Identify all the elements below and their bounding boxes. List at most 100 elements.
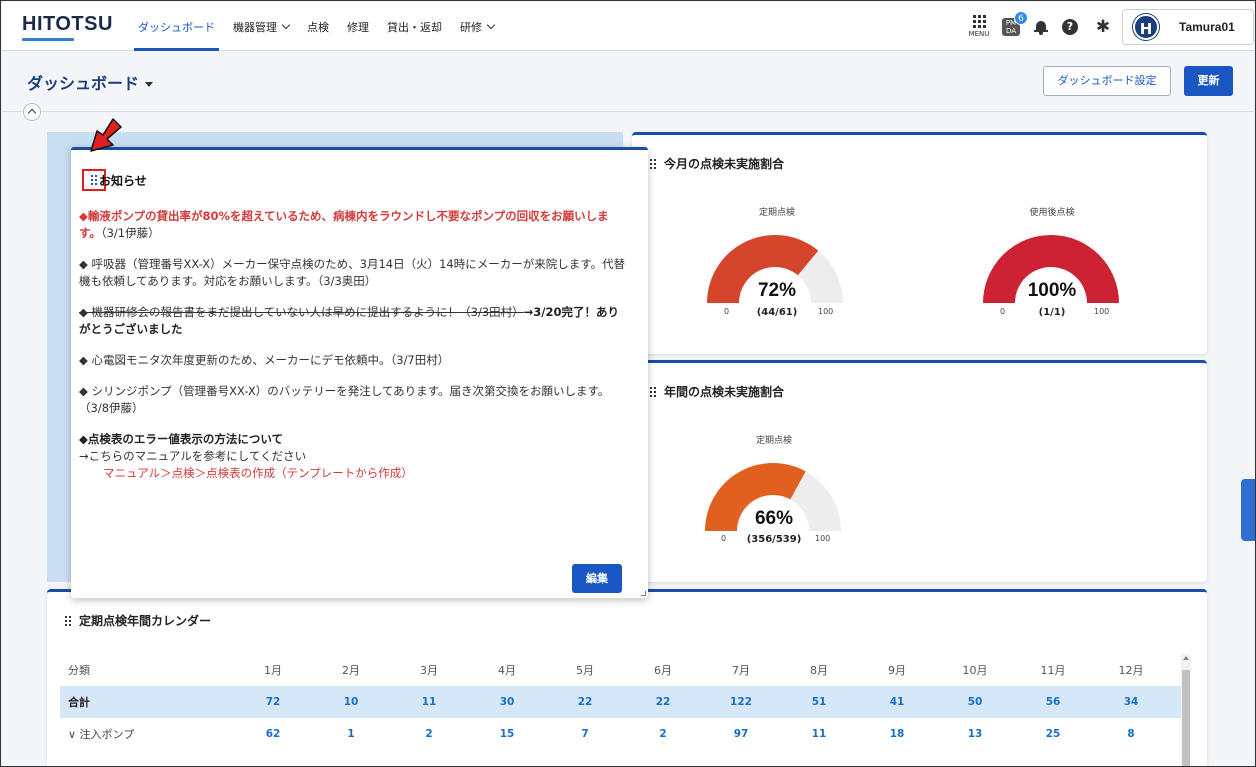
scroll-up-icon[interactable] [1183,656,1189,660]
bell-icon[interactable] [1034,19,1048,35]
month-count-link[interactable]: 2 [390,728,468,740]
nav-repair[interactable]: 修理 [347,2,369,51]
divider [2,111,1254,112]
gauge-count: (356/539) [746,534,802,545]
month-count-link[interactable]: 30 [468,696,546,708]
gauge-percent: 100% [1027,280,1077,301]
nav-equipment[interactable]: 機器管理 [233,2,291,51]
month-count-link[interactable]: 25 [1014,728,1092,740]
logo-underline [22,38,74,41]
month-count-link[interactable]: 41 [858,696,936,708]
table-header: 分類 1月 2月 3月 4月 5月 6月 7月 8月 9月 10月 11月 12月 [60,654,1182,686]
gauge-percent: 66% [754,508,794,529]
month-count-link[interactable]: 8 [1092,728,1170,740]
month-count-link[interactable]: 22 [624,696,702,708]
gauge-count: (44/61) [756,307,798,318]
gear-icon[interactable]: ✱ [1094,18,1112,36]
row-label[interactable]: ∨ 注入ポンプ [60,726,234,742]
drag-handle-icon[interactable] [650,386,656,397]
column-header-month: 12月 [1118,664,1144,677]
month-count-link[interactable]: 97 [702,728,780,740]
nav-dashboard[interactable]: ダッシュボード [134,2,219,51]
menu-button[interactable]: MENU [966,11,992,43]
app-window: HITOTSU ダッシュボード 機器管理 点検 修理 貸出・返却 研修 MENU… [0,0,1256,767]
card-title: 今月の点検未実施割合 [650,155,784,172]
month-count-link[interactable]: 51 [780,696,858,708]
month-count-link[interactable]: 1 [312,728,390,740]
month-count-link[interactable]: 122 [702,696,780,708]
drag-handle-icon [91,175,97,185]
month-count-link[interactable]: 13 [936,728,1014,740]
nav-inspection[interactable]: 点検 [307,2,329,51]
month-count-link[interactable]: 2 [624,728,702,740]
gauge-max: 100 [818,307,834,316]
month-count-link[interactable]: 72 [234,696,312,708]
inspection-calendar-card: 定期点検年間カレンダー 分類 1月 2月 3月 4月 5月 6月 7月 8月 9月 10月 11月 12… [47,589,1207,766]
drag-handle-icon[interactable] [65,615,71,626]
month-count-link[interactable]: 50 [936,696,1014,708]
top-bar: HITOTSU ダッシュボード 機器管理 点検 修理 貸出・返却 研修 MENU… [2,2,1254,51]
column-header-month: 6月 [654,664,672,677]
month-count-link[interactable]: 22 [546,696,624,708]
avatar: H [1133,13,1159,40]
column-header-category: 分類 [68,664,90,677]
notice-item: ◆ シリンジポンプ（管理番号XX-X）のバッテリーを発注してあります。届き次第交… [79,384,610,415]
collapse-toggle[interactable] [23,103,41,121]
notice-item: ◆ 心電図モニタ次年度更新のため、メーカーにデモ依頼中。（3/7田村） [79,353,450,367]
gauge-min: 0 [1000,307,1006,316]
calendar-table: 分類 1月 2月 3月 4月 5月 6月 7月 8月 9月 10月 11月 12月 合計 72 10 11 30… [60,654,1182,750]
column-header-month: 8月 [810,664,828,677]
chevron-down-icon [281,20,291,29]
gauge-min: 0 [724,307,730,316]
notice-item: ◆ 機器研修会の報告書をまだ提出していない人は早めに提出するように！（3/3田村… [79,305,620,336]
month-count-link[interactable]: 7 [546,728,624,740]
manual-link[interactable]: マニュアル＞点検＞点検表の作成（テンプレートから作成） [79,465,629,482]
resize-handle[interactable] [641,591,646,596]
table-row[interactable]: 合計 72 10 11 30 22 22 122 51 41 50 56 34 [60,686,1182,718]
annual-gauge-card: 年間の点検未実施割合 定期点検 66% (356/539) 0 100 [632,360,1207,582]
month-count-link[interactable]: 34 [1092,696,1170,708]
side-panel-tab[interactable] [1241,479,1255,541]
column-header-month: 4月 [498,664,516,677]
main-nav: ダッシュボード 機器管理 点検 修理 貸出・返却 研修 [134,2,512,51]
edit-button[interactable]: 編集 [572,564,622,593]
gauge-count: (1/1) [1038,307,1066,318]
nav-lending[interactable]: 貸出・返却 [387,2,442,51]
month-count-link[interactable]: 56 [1014,696,1092,708]
page-title[interactable]: ダッシュボード [27,70,154,94]
column-header-month: 9月 [888,664,906,677]
month-count-link[interactable]: 11 [390,696,468,708]
nav-training[interactable]: 研修 [460,2,496,51]
pmda-button[interactable]: PM DA 6 [1002,10,1028,36]
month-count-link[interactable]: 15 [468,728,546,740]
column-header-month: 11月 [1040,664,1066,677]
month-count-link[interactable]: 10 [312,696,390,708]
drag-handle-icon[interactable] [650,158,656,169]
title-bar: ダッシュボード ダッシュボード設定 更新 [2,52,1254,102]
row-label: 合計 [68,696,90,709]
notice-card: お知らせ ◆輸液ポンプの貸出率が80%を超えているため、病棟内をラウンドし不要な… [71,147,648,598]
gauge-percent: 72% [757,280,797,301]
notice-heading: ◆点検表のエラー値表示の方法について [79,432,283,446]
month-count-link[interactable]: 11 [780,728,858,740]
header-actions: MENU PM DA 6 ? ✱ H Tamura01 [966,2,1254,51]
table-row[interactable]: ∨ 注入ポンプ 62 1 2 15 7 2 97 11 18 13 25 8 [60,718,1182,750]
month-count-link[interactable]: 18 [858,728,936,740]
column-header-month: 3月 [420,664,438,677]
card-title: 定期点検年間カレンダー [65,612,211,629]
user-menu[interactable]: H Tamura01 [1122,8,1254,45]
column-header-month: 2月 [342,664,360,677]
notice-line: →こちらのマニュアルを参考にしてください [79,449,307,463]
dashboard-settings-button[interactable]: ダッシュボード設定 [1043,66,1171,96]
month-count-link[interactable]: 62 [234,728,312,740]
refresh-button[interactable]: 更新 [1184,66,1233,96]
chevron-down-icon [486,20,496,29]
column-header-month: 1月 [264,664,282,677]
monthly-gauge-card: 今月の点検未実施割合 定期点検 72% (44/61) 0 100 使用後点検 … [632,132,1207,354]
card-title: 年間の点検未実施割合 [650,383,784,400]
gauge-label: 使用後点検 [1029,208,1075,218]
gauge-max: 100 [815,534,831,543]
logo: HITOTSU [22,13,113,35]
scrollbar-thumb[interactable] [1182,670,1190,766]
help-icon[interactable]: ? [1062,18,1078,35]
